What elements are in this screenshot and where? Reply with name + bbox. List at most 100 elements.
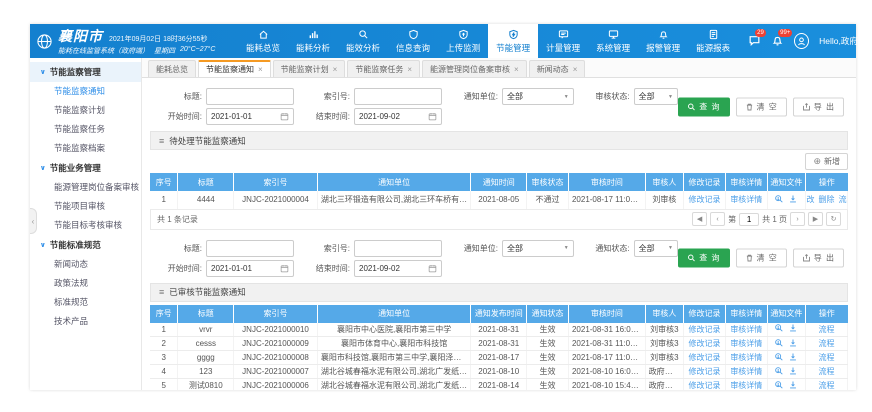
preview-file-icon[interactable] xyxy=(774,338,784,348)
clear-button[interactable]: 清 空 xyxy=(736,97,787,116)
sidebar-item-project-review[interactable]: 节能项目审核 xyxy=(30,197,141,216)
download-file-icon[interactable] xyxy=(788,352,798,362)
index-input-2[interactable] xyxy=(354,240,442,257)
nav-efficiency-analysis[interactable]: 能效分析 xyxy=(338,24,388,58)
tab-news[interactable]: 新闻动态 × xyxy=(529,60,586,77)
download-file-icon[interactable] xyxy=(788,338,798,348)
nav-alarm-mgmt[interactable]: 报警管理 xyxy=(638,24,688,58)
nav-energy-saving-mgmt[interactable]: 节能管理 xyxy=(488,24,538,58)
preview-file-icon[interactable] xyxy=(774,352,784,362)
notice-unit-select-2[interactable]: 全部 ▼ xyxy=(502,240,574,257)
delete-link[interactable]: 删除 xyxy=(819,194,835,205)
notice-unit-select[interactable]: 全部 ▼ xyxy=(502,88,574,105)
tab-supervision-plan[interactable]: 节能监察计划 × xyxy=(273,60,346,77)
tab-supervision-notice[interactable]: 节能监察通知 × xyxy=(198,60,271,77)
export-button[interactable]: 导 出 xyxy=(793,97,844,116)
nav-energy-overview[interactable]: 能耗总览 xyxy=(238,24,288,58)
tab-supervision-task[interactable]: 节能监察任务 × xyxy=(347,60,420,77)
nav-info-query[interactable]: 信息查询 xyxy=(388,24,438,58)
pager-first-button[interactable]: ◀ xyxy=(692,212,707,226)
clear-button-2[interactable]: 清 空 xyxy=(736,249,787,268)
close-icon[interactable]: × xyxy=(333,65,338,74)
end-date-input-2[interactable]: 2021-09-02 xyxy=(354,260,442,277)
table-row[interactable]: 1 vrvr JNJC-2021000010 襄阳市中心医院,襄阳市第三中学 2… xyxy=(150,323,848,337)
edit-link[interactable]: 修改 xyxy=(806,194,815,205)
sidebar-group-supervision-mgmt[interactable]: ∨ 节能监察管理 xyxy=(30,62,141,82)
end-date-input[interactable]: 2021-09-02 xyxy=(354,108,442,125)
download-file-icon[interactable] xyxy=(788,380,798,390)
sidebar-item-supervision-notice[interactable]: 节能监察通知 xyxy=(30,82,141,101)
pager-last-button[interactable]: ▶ xyxy=(808,212,823,226)
download-file-icon[interactable] xyxy=(788,194,798,204)
messages-button[interactable]: 29 xyxy=(748,34,761,48)
flow-link[interactable]: 流程 xyxy=(839,194,848,205)
sidebar-group-standards[interactable]: ∨ 节能标准规范 xyxy=(30,235,141,255)
start-date-input[interactable]: 2021-01-01 xyxy=(206,108,294,125)
close-icon[interactable]: × xyxy=(258,65,263,74)
tab-energy-overview[interactable]: 能耗总览 xyxy=(148,60,196,77)
flow-link[interactable]: 流程 xyxy=(819,353,835,362)
flow-link[interactable]: 流程 xyxy=(819,339,835,348)
add-button[interactable]: ⊕ 新增 xyxy=(805,153,848,170)
search-button-2[interactable]: 查 询 xyxy=(678,249,729,268)
nav-metering-mgmt[interactable]: 计量管理 xyxy=(538,24,588,58)
download-file-icon[interactable] xyxy=(788,366,798,376)
sidebar-item-energy-post-review[interactable]: 能源管理岗位备案审核 xyxy=(30,178,141,197)
sidebar-group-business-mgmt[interactable]: ∨ 节能业务管理 xyxy=(30,158,141,178)
close-icon[interactable]: × xyxy=(514,65,519,74)
start-date-input-2[interactable]: 2021-01-01 xyxy=(206,260,294,277)
table-row[interactable]: 3 gggg JNJC-2021000008 襄阳市科技馆,襄阳市第三中学,襄阳… xyxy=(150,351,848,365)
title-input[interactable] xyxy=(206,88,294,105)
search-button[interactable]: 查 询 xyxy=(678,97,729,116)
modify-record-link[interactable]: 修改记录 xyxy=(688,325,720,334)
audit-detail-link[interactable]: 审核详情 xyxy=(730,367,762,376)
modify-record-link[interactable]: 修改记录 xyxy=(688,339,720,348)
download-file-icon[interactable] xyxy=(788,323,798,333)
audit-status-select[interactable]: 全部 ▼ xyxy=(634,88,678,105)
pager-refresh-button[interactable]: ↻ xyxy=(826,212,841,226)
flow-link[interactable]: 流程 xyxy=(819,325,835,334)
modify-record-link[interactable]: 修改记录 xyxy=(688,367,720,376)
sidebar-item-supervision-archive[interactable]: 节能监察档案 xyxy=(30,139,141,158)
avatar[interactable] xyxy=(794,33,809,49)
index-input[interactable] xyxy=(354,88,442,105)
nav-upload-monitor[interactable]: 上传监测 xyxy=(438,24,488,58)
table-row[interactable]: 5 测试0810 JNJC-2021000006 湖北谷城春福水泥有限公司,湖北… xyxy=(150,379,848,391)
sidebar-item-policies[interactable]: 政策法规 xyxy=(30,274,141,293)
modify-record-link[interactable]: 修改记录 xyxy=(688,381,720,390)
preview-file-icon[interactable] xyxy=(774,194,784,204)
pager-prev-button[interactable]: ‹ xyxy=(710,212,725,226)
preview-file-icon[interactable] xyxy=(774,323,784,333)
audit-detail-link[interactable]: 审核详情 xyxy=(730,195,762,204)
modify-record-link[interactable]: 修改记录 xyxy=(688,195,720,204)
preview-file-icon[interactable] xyxy=(774,380,784,390)
audit-detail-link[interactable]: 审核详情 xyxy=(730,381,762,390)
table-row[interactable]: 4 123 JNJC-2021000007 湖北谷城春福水泥有限公司,湖北广发纸… xyxy=(150,365,848,379)
audit-detail-link[interactable]: 审核详情 xyxy=(730,353,762,362)
nav-system-mgmt[interactable]: 系统管理 xyxy=(588,24,638,58)
sidebar-item-standards[interactable]: 标准规范 xyxy=(30,293,141,312)
audit-detail-link[interactable]: 审核详情 xyxy=(730,325,762,334)
sidebar-collapse-handle[interactable]: ‹ xyxy=(30,208,37,234)
sidebar-item-supervision-task[interactable]: 节能监察任务 xyxy=(30,120,141,139)
sidebar-item-target-review[interactable]: 节能目标考核审核 xyxy=(30,216,141,235)
export-button-2[interactable]: 导 出 xyxy=(793,249,844,268)
sidebar-item-tech-products[interactable]: 技术产品 xyxy=(30,312,141,331)
alerts-button[interactable]: 99+ xyxy=(771,34,784,48)
close-icon[interactable]: × xyxy=(573,65,578,74)
modify-record-link[interactable]: 修改记录 xyxy=(688,353,720,362)
audit-detail-link[interactable]: 审核详情 xyxy=(730,339,762,348)
nav-energy-report[interactable]: 能源报表 xyxy=(688,24,738,58)
flow-link[interactable]: 流程 xyxy=(819,367,835,376)
table-row[interactable]: 1 4444 JNJC-2021000004 湖北三环锻造有限公司,湖北三环车桥… xyxy=(150,191,848,209)
tab-energy-post-review[interactable]: 能源管理岗位备案审核 × xyxy=(422,60,527,77)
user-greeting[interactable]: Hello,政府监管1 ▼ xyxy=(819,35,872,47)
title-input-2[interactable] xyxy=(206,240,294,257)
pager-next-button[interactable]: › xyxy=(790,212,805,226)
pager-page-input[interactable] xyxy=(739,213,759,226)
nav-energy-analysis[interactable]: 能耗分析 xyxy=(288,24,338,58)
flow-link[interactable]: 流程 xyxy=(819,381,835,390)
sidebar-item-news[interactable]: 新闻动态 xyxy=(30,255,141,274)
table-row[interactable]: 2 cesss JNJC-2021000009 襄阳市体育中心,襄阳市科技馆 2… xyxy=(150,337,848,351)
sidebar-item-supervision-plan[interactable]: 节能监察计划 xyxy=(30,101,141,120)
